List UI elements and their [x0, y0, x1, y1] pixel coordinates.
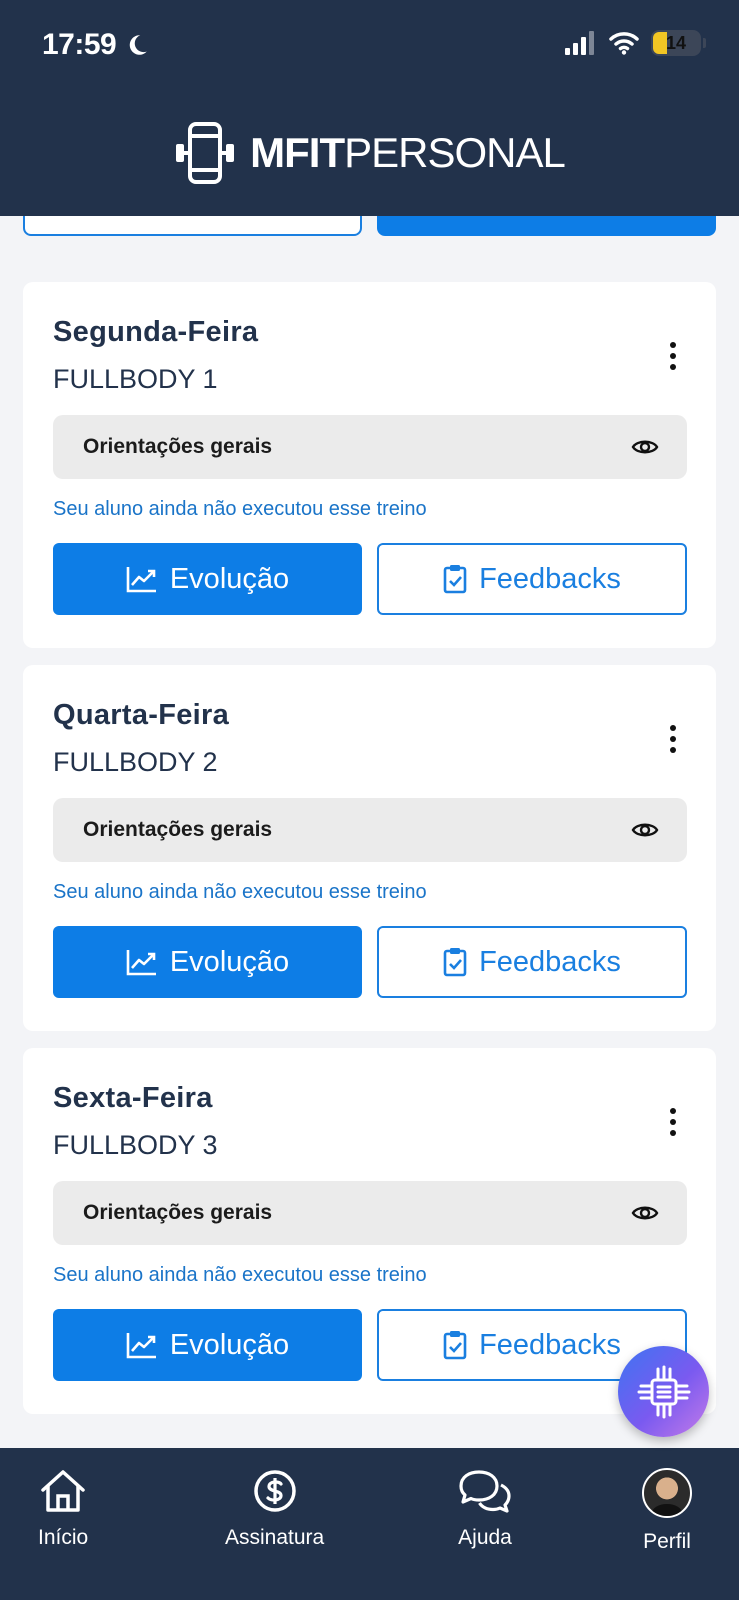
- home-icon: [41, 1470, 85, 1512]
- dumbbell-logo-icon: [176, 122, 235, 184]
- status-time: 17:59: [42, 28, 150, 62]
- brand-logo: MFITPERSONAL: [0, 122, 739, 184]
- evolution-button[interactable]: Evolução: [53, 543, 362, 615]
- tab-label: Perfil: [643, 1530, 691, 1553]
- workout-card: Quarta-Feira FULLBODY 2 Orientações gera…: [23, 665, 716, 1031]
- status-indicators: 14: [565, 30, 706, 56]
- ai-assistant-button[interactable]: [618, 1346, 709, 1437]
- avatar: [642, 1468, 692, 1518]
- status-note: Seu aluno ainda não executou esse treino: [53, 881, 427, 903]
- workout-name: FULLBODY 1: [53, 364, 218, 394]
- tab-label: Início: [38, 1526, 89, 1549]
- feedbacks-button[interactable]: Feedbacks: [377, 926, 687, 998]
- more-options-icon[interactable]: [668, 342, 678, 370]
- more-options-icon[interactable]: [668, 1108, 678, 1136]
- tab-ajuda[interactable]: Ajuda: [457, 1468, 513, 1550]
- workout-day: Sexta-Feira: [53, 1082, 213, 1114]
- feedbacks-button[interactable]: Feedbacks: [377, 543, 687, 615]
- tab-label: Ajuda: [458, 1526, 512, 1549]
- trend-chart-icon: [126, 567, 156, 593]
- workout-name: FULLBODY 2: [53, 747, 218, 777]
- eye-icon[interactable]: [631, 437, 659, 457]
- chat-bubbles-icon: [459, 1470, 511, 1513]
- guidelines-row[interactable]: Orientações gerais: [53, 1181, 687, 1245]
- battery-indicator: 14: [651, 30, 706, 56]
- guidelines-label: Orientações gerais: [83, 1201, 273, 1224]
- workout-card: Sexta-Feira FULLBODY 3 Orientações gerai…: [23, 1048, 716, 1414]
- tab-perfil[interactable]: Perfil: [642, 1468, 692, 1554]
- trend-chart-icon: [126, 1333, 156, 1359]
- workout-name: FULLBODY 3: [53, 1130, 218, 1160]
- guidelines-label: Orientações gerais: [83, 435, 273, 458]
- workout-day: Segunda-Feira: [53, 316, 259, 348]
- eye-icon[interactable]: [631, 820, 659, 840]
- status-note: Seu aluno ainda não executou esse treino: [53, 498, 427, 520]
- wifi-icon: [609, 32, 639, 55]
- status-note: Seu aluno ainda não executou esse treino: [53, 1264, 427, 1286]
- trend-chart-icon: [126, 950, 156, 976]
- tab-inicio[interactable]: Início: [38, 1468, 88, 1550]
- tab-assinatura[interactable]: Assinatura: [225, 1468, 324, 1550]
- app-header: 17:59 14 MFITPERSONAL: [0, 0, 739, 216]
- guidelines-row[interactable]: Orientações gerais: [53, 798, 687, 862]
- guidelines-label: Orientações gerais: [83, 818, 273, 841]
- moon-icon: [129, 35, 147, 55]
- workout-card: Segunda-Feira FULLBODY 1 Orientações ger…: [23, 282, 716, 648]
- evolution-button[interactable]: Evolução: [53, 1309, 362, 1381]
- signal-icon: [565, 31, 594, 55]
- evolution-button[interactable]: Evolução: [53, 926, 362, 998]
- circuit-brain-icon: [637, 1365, 690, 1418]
- clipboard-check-icon: [443, 1331, 467, 1360]
- clipboard-check-icon: [443, 948, 467, 977]
- tab-label: Assinatura: [225, 1526, 325, 1549]
- workout-day: Quarta-Feira: [53, 699, 230, 731]
- dollar-circle-icon: [253, 1470, 296, 1512]
- eye-icon[interactable]: [631, 1203, 659, 1223]
- clipboard-check-icon: [443, 565, 467, 594]
- brand-wordmark: MFITPERSONAL: [250, 129, 566, 176]
- guidelines-row[interactable]: Orientações gerais: [53, 415, 687, 479]
- more-options-icon[interactable]: [668, 725, 678, 753]
- bottom-tab-bar: Início Assinatura Ajuda Perfil: [0, 1448, 739, 1600]
